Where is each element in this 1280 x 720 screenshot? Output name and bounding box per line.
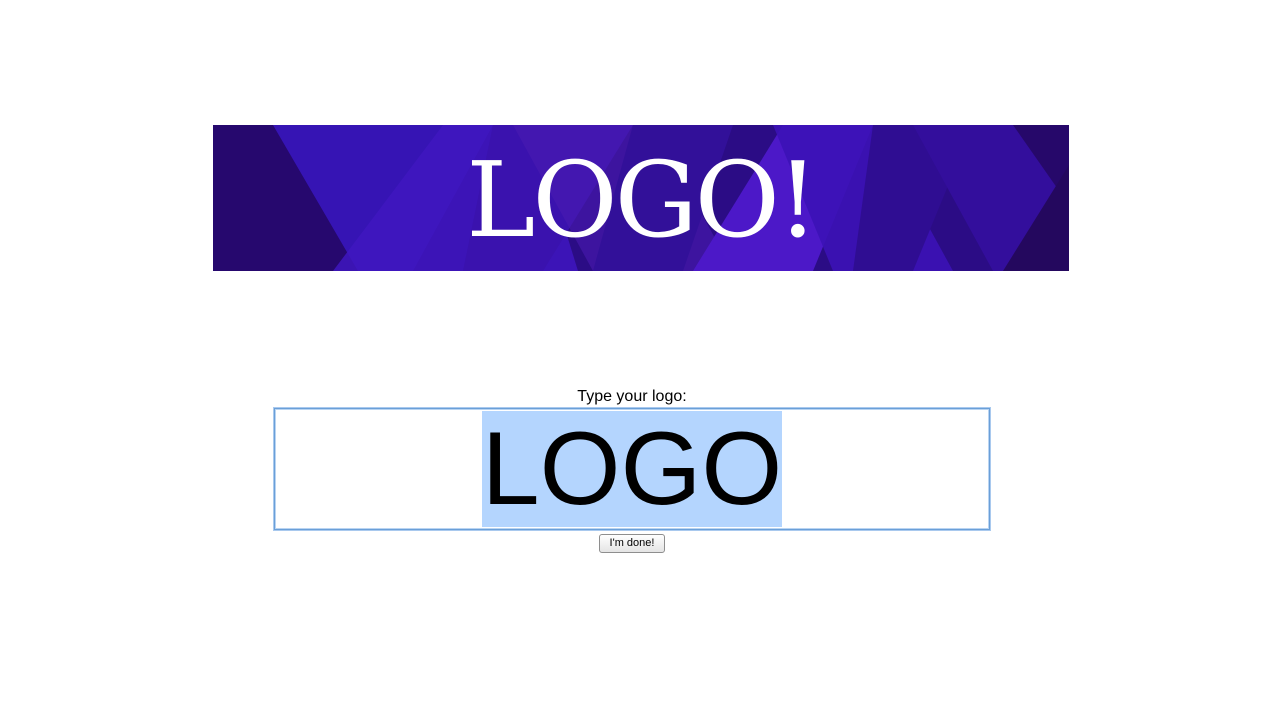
done-button[interactable]: I'm done! [599, 534, 665, 553]
logo-input-selected-text[interactable]: LOGO [481, 411, 783, 527]
logo-banner: LOGO! [213, 125, 1069, 271]
logo-prompt-label: Type your logo: [577, 388, 687, 405]
banner-logo-text: LOGO! [466, 139, 818, 261]
logo-text-input[interactable]: LOGO [274, 408, 990, 530]
page: LOGO! Type your logo: LOGO I'm done! [0, 0, 1280, 720]
